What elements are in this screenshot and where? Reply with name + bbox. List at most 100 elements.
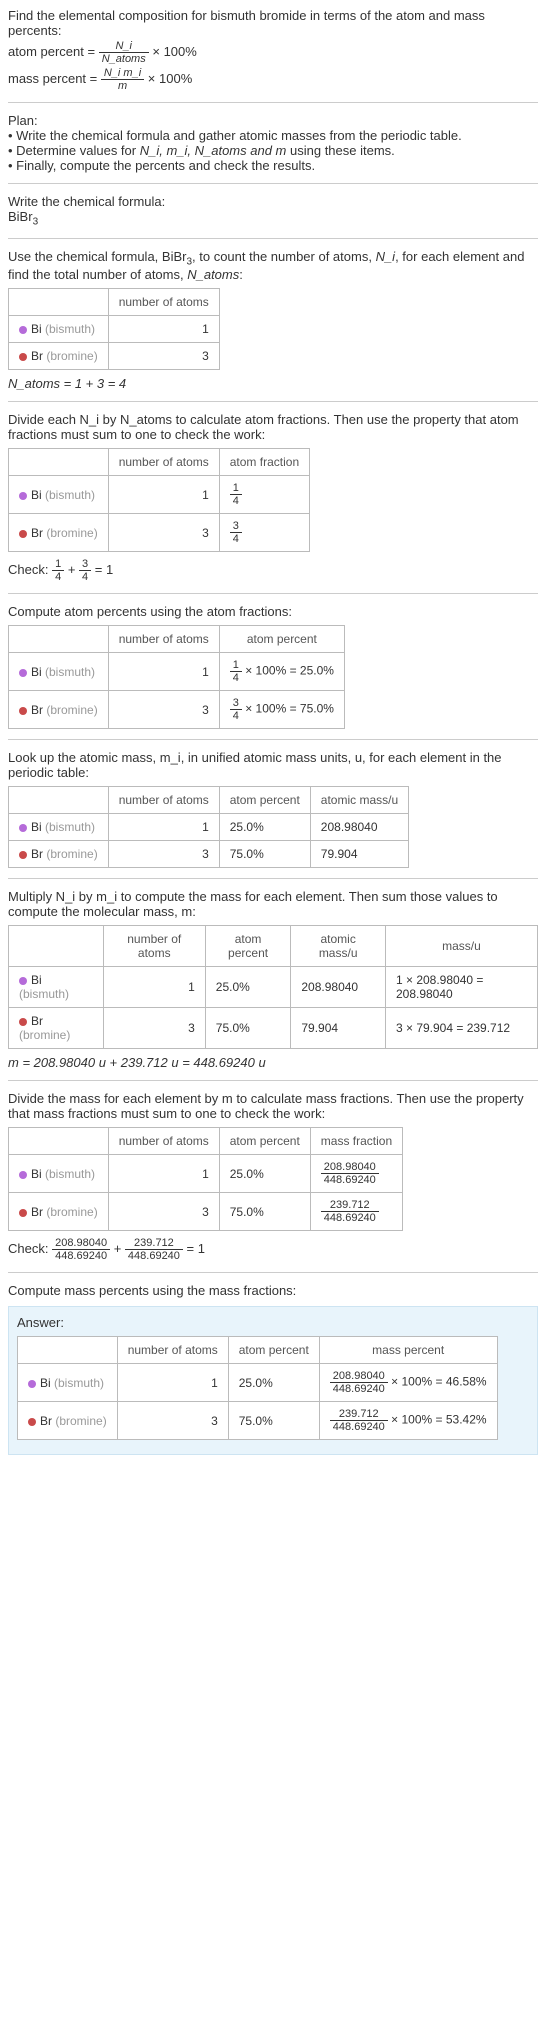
frac-den: 448.69240 (321, 1212, 379, 1224)
table-header-row: number of atoms atom percent mass percen… (18, 1337, 498, 1364)
atom-count: 3 (108, 1193, 219, 1231)
element-dot-icon (19, 1209, 27, 1217)
divider (8, 878, 538, 879)
times-100: × 100% (148, 71, 192, 86)
check-frac-2: 34 (79, 558, 91, 583)
element-cell: Bi (bismuth) (9, 814, 109, 841)
frac-num: 1 (52, 558, 64, 571)
count-var2: N_atoms (187, 267, 239, 282)
element-name: (bismuth) (45, 322, 95, 336)
element-name: (bromine) (46, 349, 97, 363)
element-symbol: Br (31, 349, 43, 363)
frac-num: 3 (230, 520, 242, 533)
element-cell: Bi (bismuth) (9, 967, 104, 1008)
atom-percent-cell: 34 × 100% = 75.0% (219, 691, 344, 729)
atompct-text: Compute atom percents using the atom fra… (8, 604, 538, 619)
check-label: Check: (8, 1241, 52, 1256)
count-post: : (239, 267, 243, 282)
element-symbol: Br (40, 1414, 52, 1428)
atom-percent: 25.0% (228, 1364, 319, 1402)
col-atom-fraction: atom fraction (219, 449, 309, 476)
mass-mult-block: Multiply N_i by m_i to compute the mass … (8, 889, 538, 1070)
frac-den: m (101, 80, 144, 92)
table-header-row: number of atoms atom percent atomic mass… (9, 787, 409, 814)
element-name: (bromine) (55, 1414, 106, 1428)
natoms-sum: N_atoms = 1 + 3 = 4 (8, 376, 538, 391)
formula-block: Write the chemical formula: BiBr3 (8, 194, 538, 228)
col-atom-percent: atom percent (219, 1128, 310, 1155)
element-name: (bismuth) (45, 1167, 95, 1181)
element-cell: Bi (bismuth) (9, 1155, 109, 1193)
atom-percent-cell: 14 × 100% = 25.0% (219, 653, 344, 691)
fraction: 239.712448.69240 (321, 1199, 379, 1224)
atom-percent: 25.0% (219, 1155, 310, 1193)
atomfrac-check: Check: 1 4 + 34 = 1 (8, 558, 538, 583)
element-symbol: Bi (31, 488, 42, 502)
col-atomic-mass: atomic mass/u (310, 787, 408, 814)
mp-result: × 100% = 53.42% (391, 1413, 486, 1427)
mass-lookup-text: Look up the atomic mass, m_i, in unified… (8, 750, 538, 780)
col-num-atoms: number of atoms (108, 1128, 219, 1155)
mass-lookup-block: Look up the atomic mass, m_i, in unified… (8, 750, 538, 868)
element-name: (bismuth) (54, 1376, 104, 1390)
plus-sign: + (68, 562, 79, 577)
atomic-mass: 208.98040 (291, 967, 386, 1008)
col-num-atoms: number of atoms (108, 289, 219, 316)
frac-num: 1 (230, 659, 242, 672)
atom-percent: 75.0% (219, 1193, 310, 1231)
frac-den: 4 (79, 571, 91, 583)
atom-count: 1 (108, 476, 219, 514)
count-pre: Use the chemical formula, BiBr (8, 249, 186, 264)
frac-num: N_i m_i (101, 67, 144, 80)
element-symbol: Bi (40, 1376, 51, 1390)
divider (8, 102, 538, 103)
atom-count: 3 (108, 691, 219, 729)
mass-percent-fraction: N_i m_i m (101, 67, 144, 92)
atom-percent: 75.0% (228, 1402, 319, 1440)
table-row: Br (bromine) 3 (9, 343, 220, 370)
atom-percent-fraction: N_i N_atoms (99, 40, 149, 65)
element-name: (bromine) (46, 1205, 97, 1219)
element-symbol: Br (31, 703, 43, 717)
count-mid: , to count the number of atoms, (192, 249, 376, 264)
answer-label: Answer: (17, 1315, 529, 1330)
element-symbol: Br (31, 1205, 43, 1219)
element-symbol: Br (31, 847, 43, 861)
table-header-row: number of atoms atom percent atomic mass… (9, 926, 538, 967)
masspct-text: Compute mass percents using the mass fra… (8, 1283, 538, 1298)
atom-percent-label: atom percent = (8, 44, 95, 59)
frac-num: 208.98040 (321, 1161, 379, 1174)
table-row: Br (bromine) 3 75.0% 79.904 (9, 841, 409, 868)
frac-num: 208.98040 (52, 1237, 110, 1250)
col-atom-percent: atom percent (219, 626, 344, 653)
element-name: (bromine) (19, 1028, 70, 1042)
col-blank (9, 787, 109, 814)
frac-num: 1 (230, 482, 242, 495)
mass-percent-cell: 239.712448.69240 × 100% = 53.42% (319, 1402, 497, 1440)
atomic-mass: 208.98040 (310, 814, 408, 841)
col-blank (9, 626, 109, 653)
divider (8, 238, 538, 239)
fraction: 34 (230, 697, 242, 722)
table-header-row: number of atoms atom percent (9, 626, 345, 653)
table-row: Br (bromine) 3 34 × 100% = 75.0% (9, 691, 345, 729)
divider (8, 739, 538, 740)
mass-fraction: 239.712448.69240 (310, 1193, 402, 1231)
check-label: Check: (8, 562, 52, 577)
atomfrac-block: Divide each N_i by N_atoms to calculate … (8, 412, 538, 583)
answer-table: number of atoms atom percent mass percen… (17, 1336, 498, 1440)
plan-bullet-1: • Write the chemical formula and gather … (8, 128, 538, 143)
element-dot-icon (19, 1171, 27, 1179)
element-dot-icon (19, 707, 27, 715)
check-eq: = 1 (95, 562, 113, 577)
intro-text: Find the elemental composition for bismu… (8, 8, 538, 38)
mass-fraction: 208.98040448.69240 (310, 1155, 402, 1193)
molecular-mass-sum: m = 208.98040 u + 239.712 u = 448.69240 … (8, 1055, 538, 1070)
table-row: Br (bromine) 3 75.0% 239.712448.69240 × … (18, 1402, 498, 1440)
col-atom-percent: atom percent (228, 1337, 319, 1364)
col-num-atoms: number of atoms (108, 626, 219, 653)
masspct-block: Compute mass percents using the mass fra… (8, 1283, 538, 1298)
col-num-atoms: number of atoms (103, 926, 205, 967)
element-symbol: Bi (31, 820, 42, 834)
frac-num: 239.712 (321, 1199, 379, 1212)
